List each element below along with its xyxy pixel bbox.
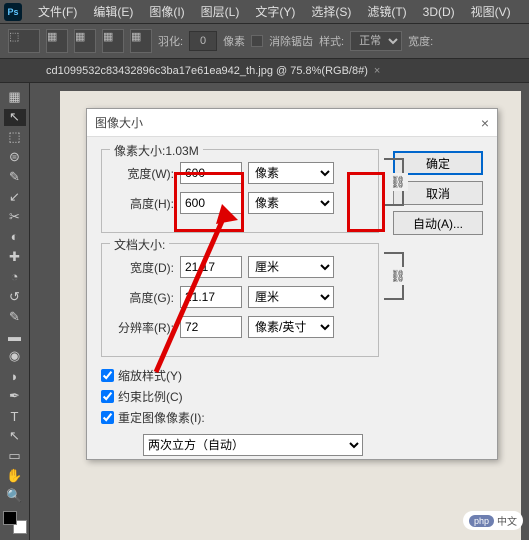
antialias-check[interactable]: [251, 35, 263, 47]
height-label: 高度(H):: [112, 195, 174, 212]
ok-button[interactable]: 确定: [393, 151, 483, 175]
pen-tool[interactable]: ✒: [4, 388, 26, 405]
document-tabbar: cd1099532c83432896c3ba17e61ea942_th.jpg …: [0, 59, 529, 83]
link-icon: ⛓: [388, 267, 407, 285]
menu-view[interactable]: 视图(V): [463, 3, 519, 20]
menubar: Ps 文件(F) 编辑(E) 图像(I) 图层(L) 文字(Y) 选择(S) 滤…: [0, 0, 529, 24]
resolution-unit[interactable]: 像素/英寸: [248, 316, 334, 338]
width-unit-select[interactable]: 像素: [248, 162, 334, 184]
dialog-buttons: 确定 取消 自动(A)...: [393, 151, 483, 235]
mode-int[interactable]: ▦: [130, 29, 152, 53]
wand-tool[interactable]: ✎: [4, 169, 26, 186]
options-bar: ⬚ ▦ ▦ ▦ ▦ 羽化: 像素 消除锯齿 样式: 正常 宽度:: [0, 24, 529, 59]
mode-new[interactable]: ▦: [46, 29, 68, 53]
history-brush-tool[interactable]: ↺: [4, 288, 26, 305]
lasso-tool[interactable]: ⊜: [4, 149, 26, 166]
mode-add[interactable]: ▦: [74, 29, 96, 53]
doc-height-unit[interactable]: 厘米: [248, 286, 334, 308]
tool-preset[interactable]: ⬚: [8, 29, 40, 53]
menu-select[interactable]: 选择(S): [303, 3, 359, 20]
tab-title: cd1099532c83432896c3ba17e61ea942_th.jpg …: [46, 65, 368, 77]
resample-box[interactable]: [101, 411, 114, 424]
move-tool[interactable]: ↖: [4, 109, 26, 126]
constrain-prop-box[interactable]: [101, 390, 114, 403]
constrain-prop-check[interactable]: 约束比例(C): [101, 388, 483, 405]
menu-type[interactable]: 文字(Y): [247, 3, 303, 20]
tab-close-icon[interactable]: ×: [374, 65, 380, 77]
marquee-tool[interactable]: ⬚: [4, 129, 26, 146]
doc-width-unit[interactable]: 厘米: [248, 256, 334, 278]
watermark: php 中文: [463, 511, 523, 530]
dialog-body: 确定 取消 自动(A)... 像素大小:1.03M 宽度(W): 像素 高度(H…: [87, 137, 497, 461]
zoom-tool[interactable]: 🔍: [4, 487, 26, 504]
menu-image[interactable]: 图像(I): [141, 3, 192, 20]
type-tool[interactable]: T: [4, 408, 26, 425]
resolution-label: 分辨率(R):: [112, 319, 174, 336]
doc-width-input[interactable]: [180, 256, 242, 278]
document-size-group: 文档大小: 宽度(D): 厘米 高度(G): 厘米 分辨率(R): 像素/英寸 …: [101, 243, 379, 357]
dodge-tool[interactable]: ◗: [4, 368, 26, 385]
ps-logo: Ps: [4, 3, 22, 21]
doc-size-label: 文档大小:: [110, 236, 169, 253]
auto-button[interactable]: 自动(A)...: [393, 211, 483, 235]
constrain-link-px[interactable]: ⛓: [384, 158, 404, 206]
menu-file[interactable]: 文件(F): [30, 3, 85, 20]
resample-check[interactable]: 重定图像像素(I):: [101, 409, 483, 426]
resolution-input[interactable]: [180, 316, 242, 338]
tool-expand-icon[interactable]: ▦: [4, 89, 26, 106]
constrain-link-doc[interactable]: ⛓: [384, 252, 404, 300]
brush-tool[interactable]: ✚: [4, 248, 26, 265]
feather-label: 羽化:: [158, 33, 183, 49]
stamp-tool[interactable]: ◔: [4, 268, 26, 285]
watermark-text: 中文: [497, 513, 517, 528]
eyedropper-tool[interactable]: ✂: [4, 209, 26, 226]
document-tab[interactable]: cd1099532c83432896c3ba17e61ea942_th.jpg …: [38, 65, 388, 77]
dialog-titlebar[interactable]: 图像大小 ×: [87, 109, 497, 137]
gradient-tool[interactable]: ▬: [4, 328, 26, 345]
mode-sub[interactable]: ▦: [102, 29, 124, 53]
doc-width-label: 宽度(D):: [112, 259, 174, 276]
menu-3d[interactable]: 3D(D): [415, 5, 463, 19]
scale-styles-box[interactable]: [101, 369, 114, 382]
doc-height-input[interactable]: [180, 286, 242, 308]
interpolation-select[interactable]: 两次立方（自动）: [143, 434, 363, 456]
close-icon[interactable]: ×: [481, 115, 489, 131]
crop-tool[interactable]: ↙: [4, 189, 26, 206]
width-input[interactable]: [180, 162, 242, 184]
menu-layer[interactable]: 图层(L): [193, 3, 248, 20]
scale-styles-check[interactable]: 缩放样式(Y): [101, 367, 483, 384]
width-label: 宽度:: [408, 33, 433, 49]
pixel-dim-label: 像素大小:1.03M: [110, 142, 203, 159]
options-checks: 缩放样式(Y) 约束比例(C) 重定图像像素(I):: [101, 367, 483, 426]
pixel-dimensions-group: 像素大小:1.03M 宽度(W): 像素 高度(H): 像素 ⛓: [101, 149, 379, 233]
fg-color[interactable]: [3, 511, 17, 525]
color-swatches[interactable]: [3, 511, 27, 534]
blur-tool[interactable]: ◉: [4, 348, 26, 365]
menu-filter[interactable]: 滤镜(T): [359, 3, 414, 20]
height-unit-select[interactable]: 像素: [248, 192, 334, 214]
feather-unit: 像素: [223, 33, 245, 49]
path-tool[interactable]: ↖: [4, 428, 26, 445]
eraser-tool[interactable]: ✎: [4, 308, 26, 325]
style-label: 样式:: [319, 33, 344, 49]
php-badge: php: [469, 515, 494, 527]
dialog-title: 图像大小: [95, 114, 143, 131]
hand-tool[interactable]: ✋: [4, 468, 26, 485]
antialias-label: 消除锯齿: [269, 33, 313, 49]
shape-tool[interactable]: ▭: [4, 448, 26, 465]
tools-panel: ▦ ↖ ⬚ ⊜ ✎ ↙ ✂ ◐ ✚ ◔ ↺ ✎ ▬ ◉ ◗ ✒ T ↖ ▭ ✋ …: [0, 83, 30, 540]
menu-edit[interactable]: 编辑(E): [85, 3, 141, 20]
width-label: 宽度(W):: [112, 165, 174, 182]
height-input[interactable]: [180, 192, 242, 214]
doc-height-label: 高度(G):: [112, 289, 174, 306]
style-select[interactable]: 正常: [350, 31, 402, 51]
heal-tool[interactable]: ◐: [4, 228, 26, 245]
image-size-dialog: 图像大小 × 确定 取消 自动(A)... 像素大小:1.03M 宽度(W): …: [86, 108, 498, 460]
link-icon: ⛓: [388, 173, 407, 191]
feather-input[interactable]: [189, 31, 217, 51]
